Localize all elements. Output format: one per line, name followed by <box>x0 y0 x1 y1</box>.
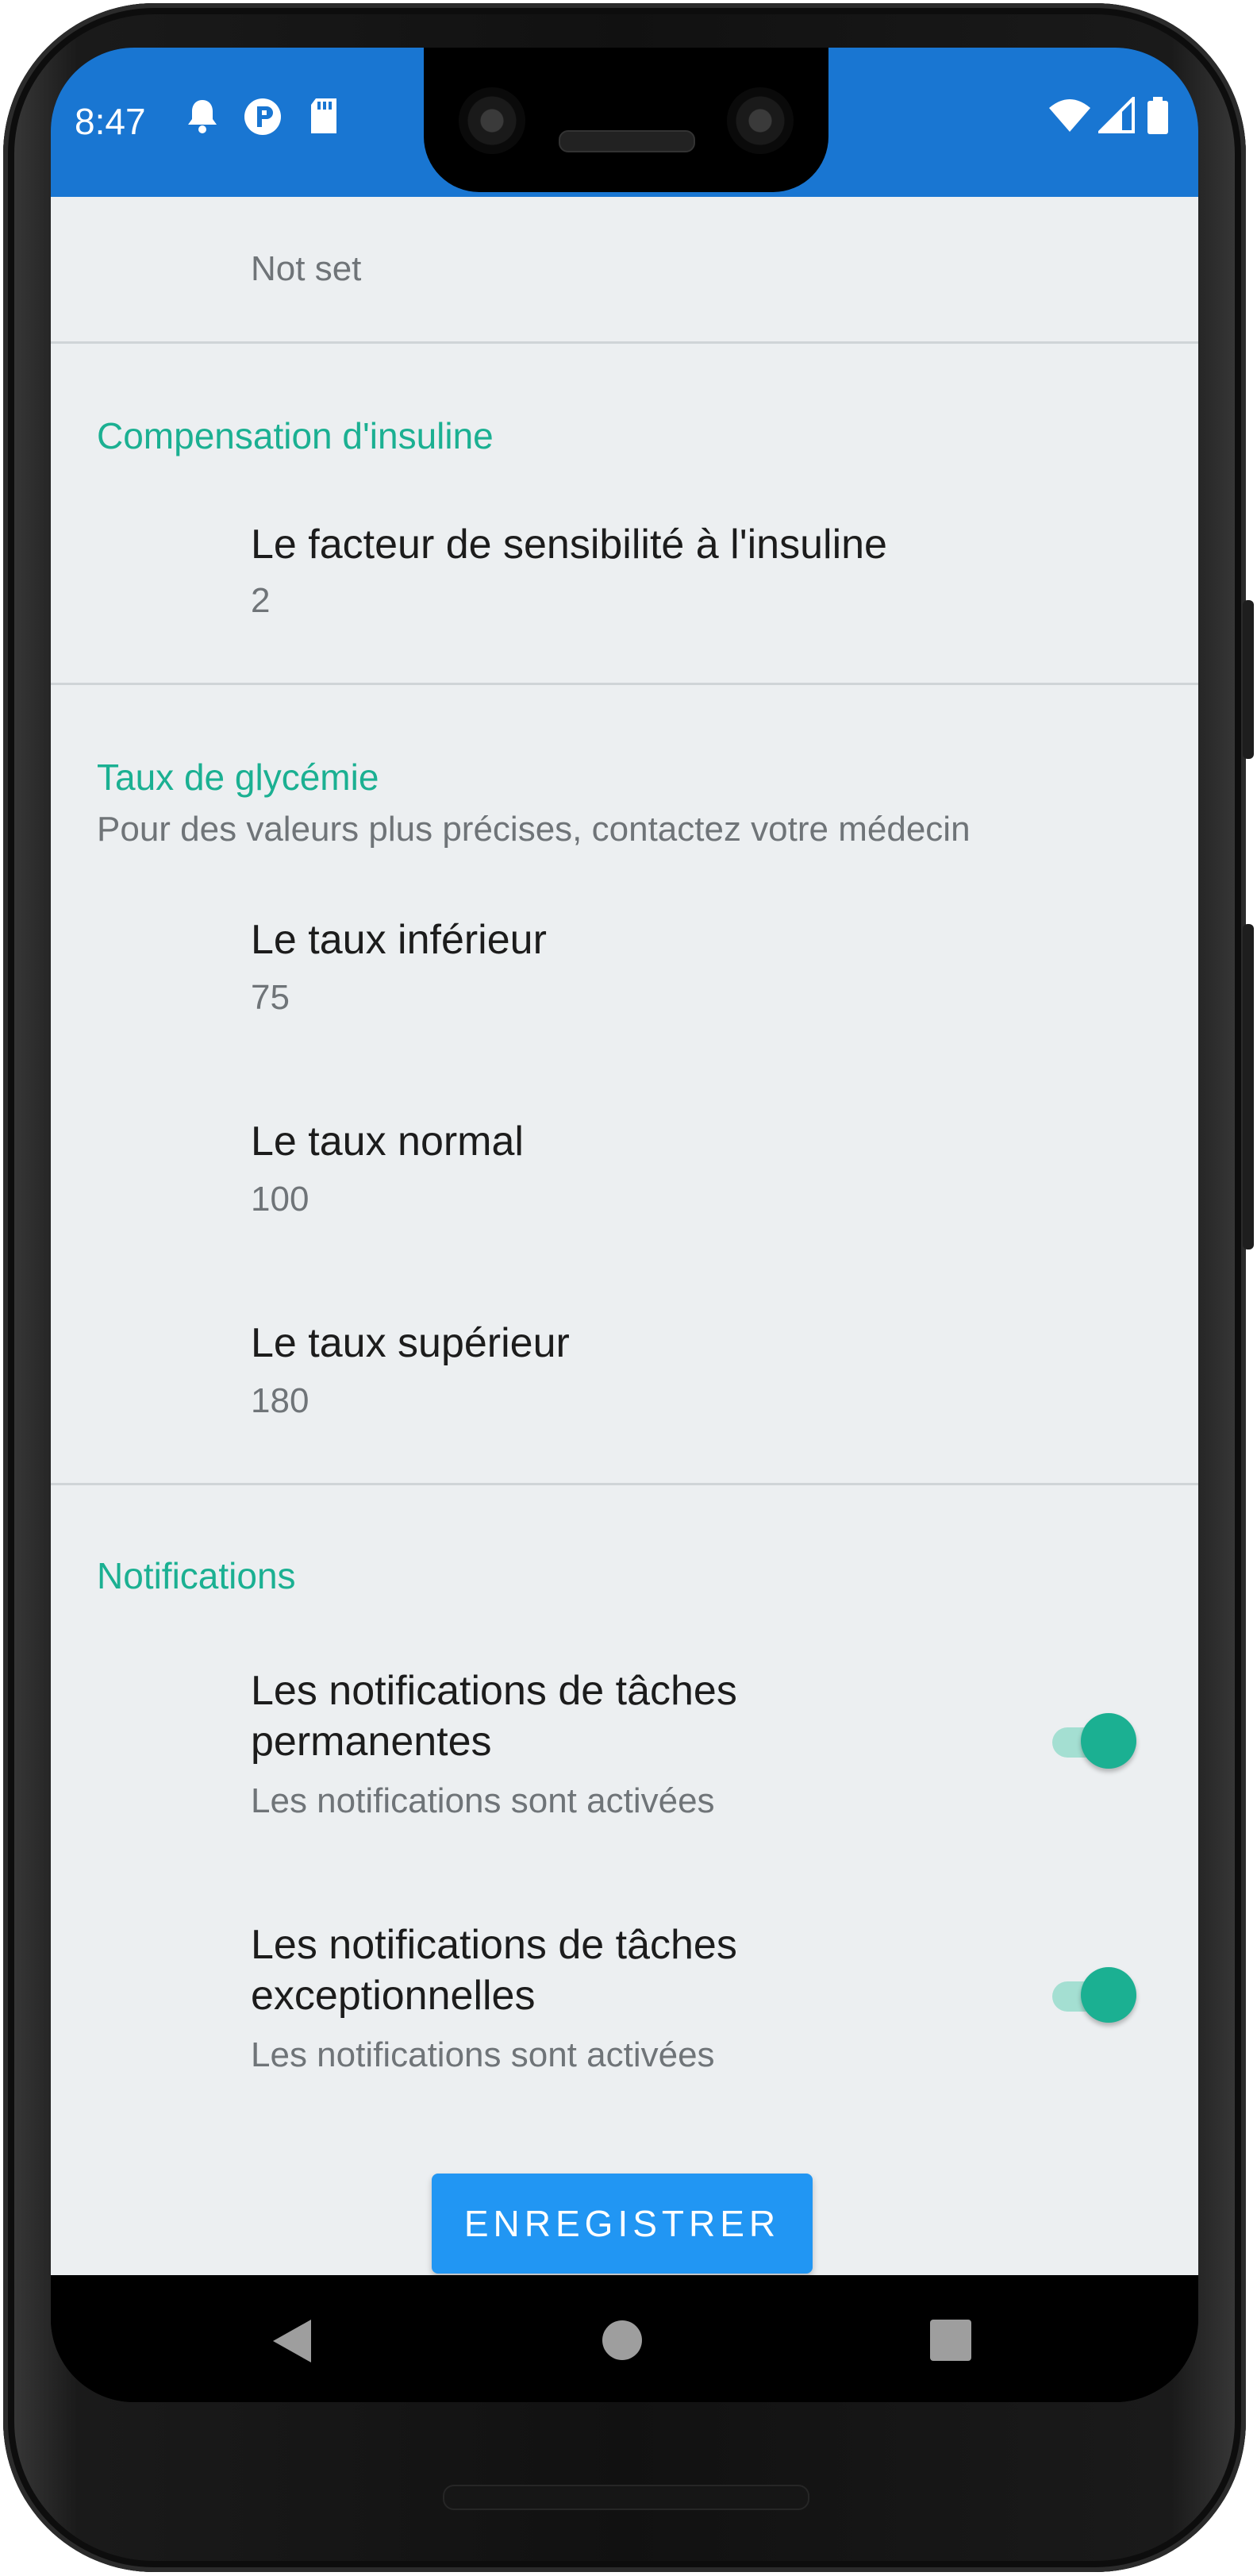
pref-title-line1: Les notifications de tâches <box>251 1922 737 1968</box>
pref-summary: 2 <box>251 581 271 620</box>
front-camera-icon <box>459 87 525 154</box>
volume-button <box>1243 924 1254 1249</box>
pref-item-exceptional-notifications[interactable]: Les notifications de tâches exceptionnel… <box>51 1888 1198 2126</box>
phone-frame: 8:47 Not set Compensation d'insuline Le … <box>3 3 1254 2572</box>
exceptional-notifications-toggle[interactable] <box>1048 1961 1143 2027</box>
pref-summary: 100 <box>251 1180 309 1219</box>
pref-title: Le taux normal <box>251 1119 524 1165</box>
pref-summary: Les notifications sont activées <box>251 2035 715 2074</box>
status-time: 8:47 <box>75 101 146 142</box>
permanent-notifications-toggle[interactable] <box>1048 1707 1143 1773</box>
home-icon[interactable] <box>602 2320 643 2365</box>
pref-title: Le facteur de sensibilité à l'insuline <box>251 522 887 568</box>
app-icon <box>243 97 283 144</box>
toggle-thumb <box>1081 1713 1136 1769</box>
divider <box>51 1483 1198 1485</box>
pref-title-line1: Les notifications de tâches <box>251 1668 737 1714</box>
bell-icon <box>186 97 219 142</box>
wifi-icon <box>1048 97 1092 141</box>
settings-list[interactable]: Not set Compensation d'insuline Le facte… <box>51 197 1198 2275</box>
pref-title: Le taux supérieur <box>251 1320 570 1366</box>
pref-summary: Not set <box>251 249 362 288</box>
pref-title-line2: exceptionnelles <box>251 1973 536 2019</box>
pref-summary: 75 <box>251 978 290 1017</box>
status-bar: 8:47 <box>51 48 1198 197</box>
front-camera-icon <box>727 87 794 154</box>
pref-summary: Les notifications sont activées <box>251 1781 715 1820</box>
pref-title: Le taux inférieur <box>251 917 547 963</box>
battery-icon <box>1146 97 1170 142</box>
pref-title-line2: permanentes <box>251 1719 492 1765</box>
pref-summary: 180 <box>251 1381 309 1420</box>
sd-card-icon <box>308 97 340 142</box>
pref-item-upper-rate[interactable]: Le taux supérieur 180 <box>51 1283 1198 1465</box>
camera-notch <box>424 48 828 192</box>
pref-item-permanent-notifications[interactable]: Les notifications de tâches permanentes … <box>51 1634 1198 1872</box>
category-title-insulin: Compensation d'insuline <box>97 415 494 456</box>
category-summary-glucose: Pour des valeurs plus précises, contacte… <box>97 810 971 849</box>
category-title-notifications: Notifications <box>97 1555 296 1596</box>
power-button <box>1243 600 1254 759</box>
save-button[interactable]: ENREGISTRER <box>432 2174 813 2274</box>
category-title-glucose: Taux de glycémie <box>97 757 379 798</box>
pref-item-lower-rate[interactable]: Le taux inférieur 75 <box>51 880 1198 1062</box>
navigation-bar <box>51 2275 1198 2402</box>
divider <box>51 341 1198 344</box>
divider <box>51 683 1198 685</box>
back-icon[interactable] <box>270 2318 314 2368</box>
signal-icon <box>1096 94 1135 141</box>
bottom-speaker-grille <box>443 2485 809 2510</box>
recents-icon[interactable] <box>930 2320 971 2365</box>
earpiece <box>559 130 695 152</box>
toggle-thumb <box>1081 1967 1136 2023</box>
screen: 8:47 Not set Compensation d'insuline Le … <box>51 48 1198 2402</box>
pref-item-insulin-sensitivity[interactable]: Le facteur de sensibilité à l'insuline 2 <box>51 483 1198 641</box>
pref-item-normal-rate[interactable]: Le taux normal 100 <box>51 1081 1198 1264</box>
pref-item-partial[interactable]: Not set <box>51 197 1198 300</box>
